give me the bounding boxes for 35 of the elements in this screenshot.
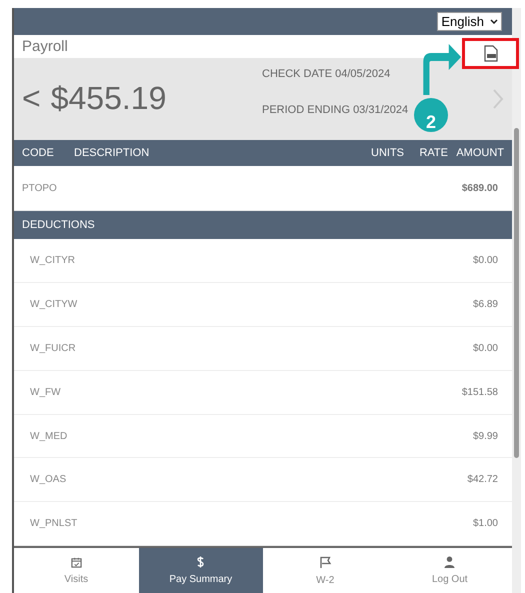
deduction-code: W_CITYR [30, 255, 75, 266]
deduction-code: W_OAS [30, 474, 66, 486]
deduction-code: W_PNLST [30, 518, 78, 530]
earning-amount: $689.00 [462, 182, 498, 194]
deduction-code: W_FW [30, 386, 61, 398]
nav-tab[interactable]: Pay Summary [138, 548, 263, 593]
column-header: CODE [22, 147, 55, 159]
deduction-code: W_CITYW [30, 298, 78, 310]
column-header: UNITS [370, 147, 404, 159]
calendar-icon [70, 556, 82, 568]
deduction-code: W_FUICR [30, 342, 76, 354]
language-select[interactable]: English [437, 12, 502, 31]
deduction-amount: $0.00 [472, 255, 498, 266]
deduction-code: W_MED [30, 430, 68, 442]
dollar-icon [196, 556, 206, 568]
flag-icon [318, 556, 332, 569]
section-header: DEDUCTIONS [22, 219, 95, 232]
deduction-amount: $9.99 [472, 430, 498, 442]
previous-button[interactable]: < [22, 80, 41, 118]
deduction-amount: $6.89 [472, 298, 498, 310]
deduction-amount: $1.00 [472, 518, 498, 530]
deduction-amount: $151.58 [462, 386, 498, 398]
page-title: Payroll [22, 38, 68, 55]
check-date: CHECK DATE 04/05/2024 [262, 68, 392, 80]
column-header: AMOUNT [455, 147, 504, 159]
period-ending: PERIOD ENDING 03/31/2024 [262, 104, 410, 116]
earning-code: PTOPO [22, 182, 57, 194]
deduction-amount: $0.00 [472, 342, 498, 354]
column-header: DESCRIPTION [74, 147, 150, 159]
column-header: RATE [418, 147, 448, 159]
net-pay-amount: $455.19 [50, 80, 166, 118]
deduction-amount: $42.72 [467, 474, 498, 486]
pdf-icon[interactable] [484, 45, 498, 62]
caret-icon [490, 18, 498, 24]
user-icon [444, 556, 456, 568]
